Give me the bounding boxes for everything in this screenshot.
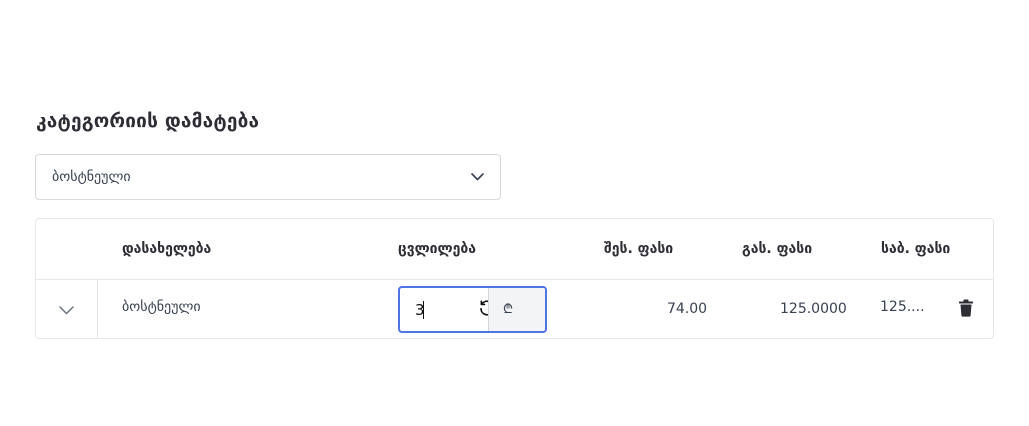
row-name: ბოსტნეული bbox=[122, 299, 201, 315]
header-buy-price: შეს. ფასი bbox=[604, 241, 674, 257]
chevron-down-icon bbox=[470, 170, 484, 184]
trash-icon bbox=[959, 299, 973, 317]
header-wholesale-price: საბ. ფასი bbox=[881, 241, 951, 257]
change-input[interactable] bbox=[400, 288, 488, 331]
row-wholesale-price: 125.... bbox=[880, 299, 925, 315]
category-select[interactable]: ბოსტნეული bbox=[35, 154, 501, 200]
header-sell-price: გას. ფასი bbox=[742, 241, 813, 257]
row-sell-price: 125.0000 bbox=[780, 301, 847, 317]
header-change: ცვლილება bbox=[398, 241, 476, 257]
page-title: კატეგორიის დამატება bbox=[36, 110, 260, 132]
category-select-value: ბოსტნეული bbox=[52, 169, 131, 185]
currency-symbol: ₾ bbox=[502, 301, 514, 317]
chevron-down-icon bbox=[59, 300, 74, 319]
expand-row-button[interactable] bbox=[36, 280, 98, 339]
text-caret bbox=[423, 301, 424, 319]
row-buy-price: 74.00 bbox=[667, 301, 708, 317]
table-row: ბოსტნეული ₾ 74.00 125.0000 125.... bbox=[36, 280, 993, 339]
categories-table: დასახელება ცვლილება შეს. ფასი გას. ფასი … bbox=[35, 218, 994, 339]
currency-addon: ₾ bbox=[488, 288, 545, 331]
delete-button[interactable] bbox=[958, 299, 974, 317]
change-field: ₾ bbox=[398, 286, 547, 333]
table-header: დასახელება ცვლილება შეს. ფასი გას. ფასი … bbox=[36, 219, 993, 280]
header-name: დასახელება bbox=[122, 241, 212, 257]
